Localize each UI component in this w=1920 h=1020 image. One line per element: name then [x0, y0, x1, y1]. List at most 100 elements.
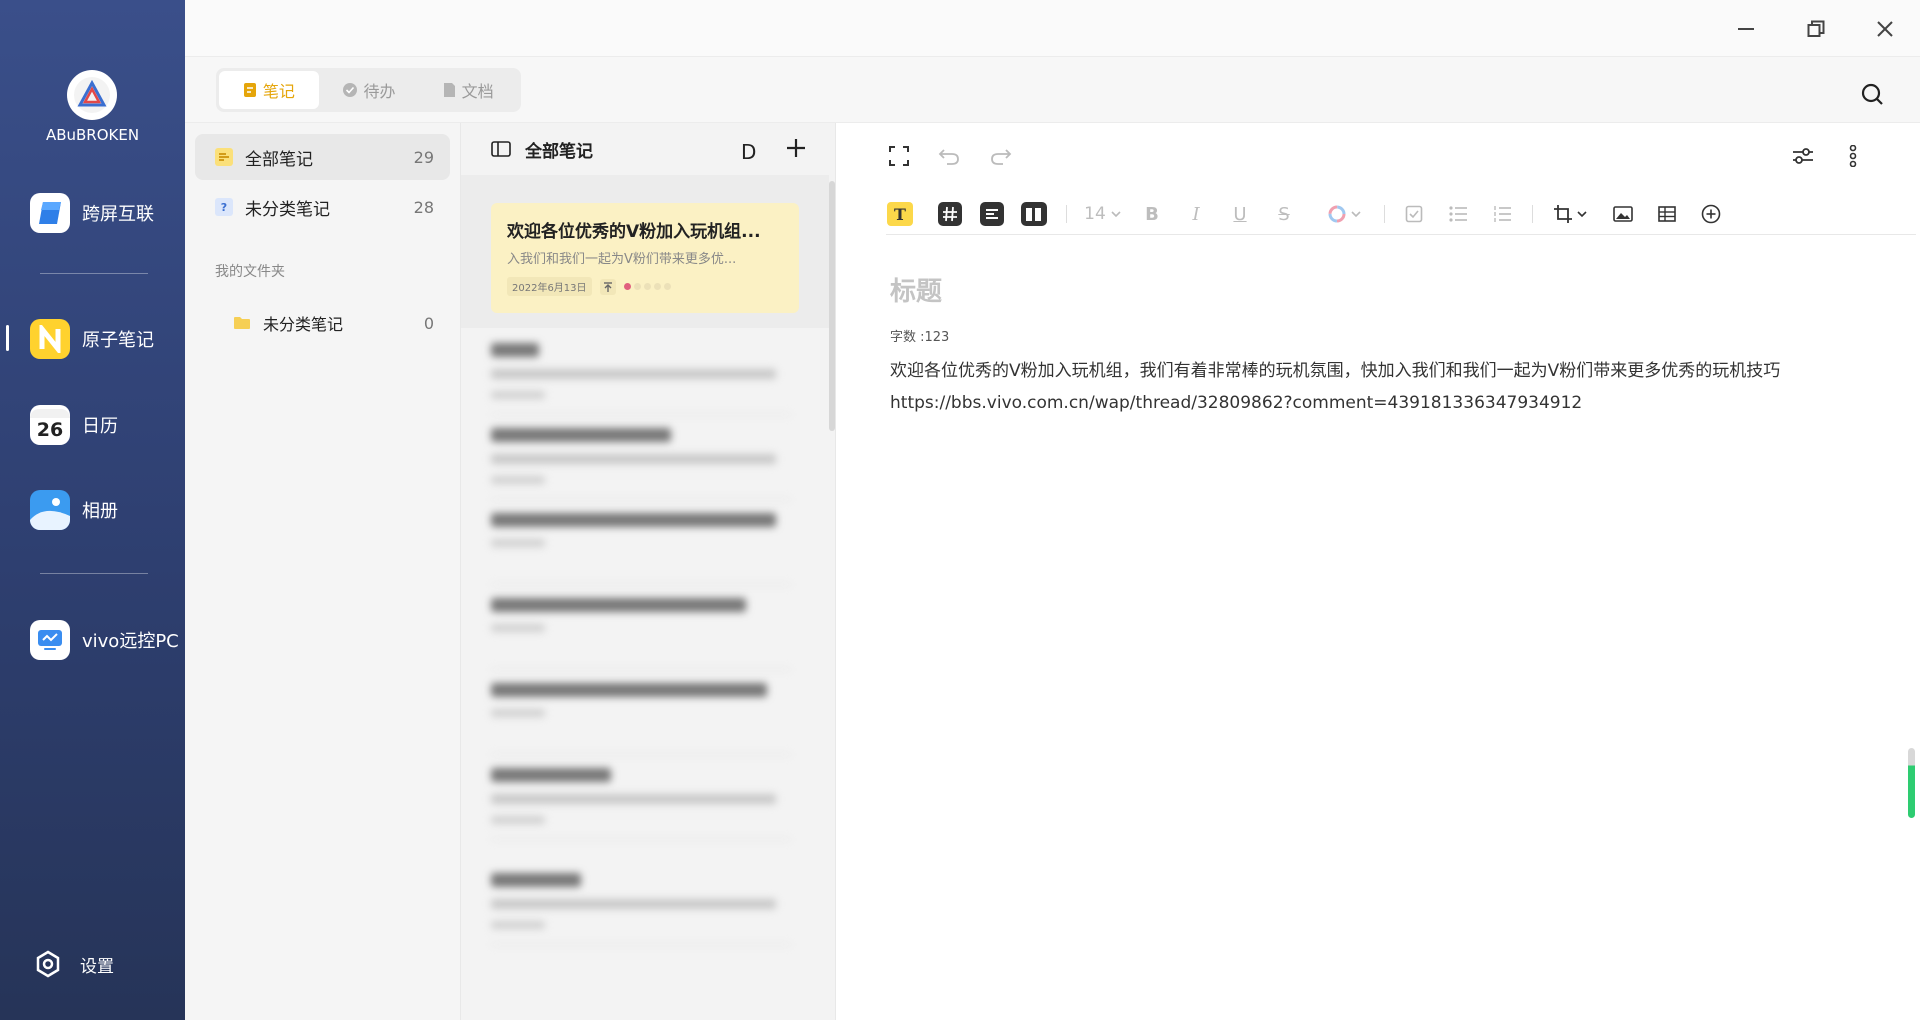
folder-all-notes[interactable]: 全部笔记 29 — [195, 134, 450, 180]
word-count: 字数 :123 — [890, 330, 950, 345]
nav-item-label: 跨屏互联 — [82, 204, 154, 225]
logo-icon — [74, 77, 110, 113]
format-settings-button[interactable] — [1790, 143, 1816, 169]
question-icon: ? — [215, 198, 233, 216]
my-folders-label: 我的文件夹 — [215, 264, 285, 280]
editor-scroll-indicator[interactable] — [1908, 748, 1915, 818]
add-note-button[interactable] — [783, 135, 809, 161]
gear-icon — [36, 950, 60, 978]
nav-item-label: vivo远控PC — [82, 631, 179, 652]
list-item[interactable] — [491, 513, 791, 585]
columns-icon — [1021, 202, 1047, 226]
text-style-button[interactable]: T — [886, 201, 914, 227]
remote-pc-icon — [30, 620, 70, 660]
checkbox-icon — [1405, 205, 1423, 223]
heading-button[interactable] — [936, 201, 964, 227]
note-snippet: 入我们和我们一起为V粉们带来更多优... — [507, 252, 737, 267]
list-item[interactable] — [491, 598, 791, 670]
bold-button[interactable]: B — [1140, 201, 1164, 227]
italic-button[interactable]: I — [1184, 201, 1208, 227]
close-button[interactable] — [1870, 14, 1900, 44]
note-icon — [243, 83, 256, 97]
undo-button[interactable] — [936, 143, 962, 169]
insert-more-button[interactable] — [1698, 201, 1724, 227]
more-vertical-icon — [1849, 145, 1857, 167]
sidebar-toggle-icon[interactable] — [491, 141, 511, 157]
settings-label: 设置 — [80, 956, 114, 977]
note-title-field[interactable]: 标题 — [890, 271, 942, 308]
minimize-button[interactable] — [1731, 14, 1761, 44]
plus-icon — [787, 139, 805, 157]
more-menu-button[interactable] — [1840, 143, 1866, 169]
list-item[interactable] — [491, 683, 791, 755]
underline-icon: U — [1233, 203, 1247, 225]
tab-notes[interactable]: 笔记 — [219, 71, 319, 109]
album-icon — [30, 490, 70, 530]
minimize-icon — [1738, 28, 1754, 30]
tab-docs[interactable]: 文档 — [418, 71, 518, 109]
checkbox-button[interactable] — [1402, 201, 1426, 227]
toolbar-divider — [1532, 205, 1533, 223]
hash-icon — [938, 202, 962, 226]
list-item[interactable] — [491, 343, 791, 415]
strikethrough-icon: S — [1278, 203, 1290, 225]
user-name: ABuBROKEN — [45, 126, 140, 144]
notes-app-icon — [30, 319, 70, 359]
nav-item-album[interactable]: 相册 — [30, 490, 118, 530]
undo-icon — [938, 149, 959, 165]
insert-image-button[interactable] — [1610, 201, 1636, 227]
app-sidebar: ABuBROKEN 跨屏互联 原子笔记 26 日历 相册 vivo远控PC 设置 — [0, 0, 185, 1020]
list-item[interactable] — [491, 428, 791, 500]
body-link[interactable]: https://bbs.vivo.com.cn/wap/thread/32809… — [890, 387, 1890, 419]
note-card-active[interactable]: 欢迎各位优秀的V粉加入玩机组... 入我们和我们一起为V粉们带来更多优... 2… — [491, 203, 799, 313]
nav-item-label: 原子笔记 — [82, 330, 154, 351]
note-list-header: 全部笔记 — [461, 123, 835, 175]
nav-item-atom-notes[interactable]: 原子笔记 — [30, 319, 154, 359]
block-style-icon — [980, 202, 1004, 226]
mode-tabs: 笔记 待办 文档 — [216, 68, 521, 112]
nav-active-indicator — [6, 325, 9, 351]
restore-button[interactable] — [1801, 14, 1831, 44]
folder-uncategorized[interactable]: ? 未分类笔记 28 — [195, 184, 450, 230]
nav-item-remote-pc[interactable]: vivo远控PC — [30, 620, 179, 660]
underline-button[interactable]: U — [1228, 201, 1252, 227]
italic-icon: I — [1192, 203, 1200, 225]
sliders-icon — [1793, 148, 1813, 164]
nav-settings[interactable]: 设置 — [34, 944, 114, 984]
nav-item-cross-screen[interactable]: 跨屏互联 — [30, 193, 154, 233]
note-body[interactable]: 欢迎各位优秀的V粉加入玩机组，我们有着非常棒的玩机氛围，快加入我们和我们一起为V… — [890, 355, 1890, 419]
search-button[interactable] — [1860, 82, 1886, 108]
folder-count: 29 — [413, 147, 434, 167]
pin-icon — [599, 278, 616, 295]
body-paragraph: 欢迎各位优秀的V粉加入玩机组，我们有着非常棒的玩机氛围，快加入我们和我们一起为V… — [890, 361, 1781, 381]
folder-sub-uncategorized[interactable]: 未分类笔记 0 — [195, 300, 450, 346]
list-item[interactable] — [491, 873, 791, 945]
strikethrough-button[interactable]: S — [1272, 201, 1296, 227]
columns-button[interactable] — [1020, 201, 1048, 227]
numbered-list-button[interactable] — [1490, 201, 1514, 227]
redo-button[interactable] — [988, 143, 1014, 169]
note-list-scrollbar[interactable] — [829, 181, 835, 431]
tab-todo[interactable]: 待办 — [319, 71, 419, 109]
folder-count: 28 — [413, 197, 434, 217]
bullet-list-button[interactable] — [1446, 201, 1470, 227]
crop-button[interactable] — [1550, 201, 1592, 227]
restore-icon — [1807, 20, 1825, 37]
nav-item-calendar[interactable]: 26 日历 — [30, 405, 118, 445]
tab-label: 待办 — [363, 82, 396, 101]
block-style-button[interactable] — [978, 201, 1006, 227]
font-size-select[interactable]: 14 — [1082, 201, 1124, 227]
avatar[interactable] — [67, 70, 117, 120]
chevron-down-icon — [1111, 211, 1121, 218]
fullscreen-icon — [889, 146, 909, 166]
tab-label: 笔记 — [262, 82, 295, 101]
nav-divider — [40, 573, 148, 574]
sort-button[interactable]: D — [741, 140, 756, 164]
fullscreen-button[interactable] — [886, 143, 912, 169]
list-item[interactable] — [491, 768, 791, 840]
insert-table-button[interactable] — [1654, 201, 1680, 227]
calendar-icon: 26 — [30, 405, 70, 445]
folder-icon — [234, 317, 250, 329]
calendar-day-number: 26 — [36, 418, 64, 441]
text-color-button[interactable] — [1324, 201, 1366, 227]
